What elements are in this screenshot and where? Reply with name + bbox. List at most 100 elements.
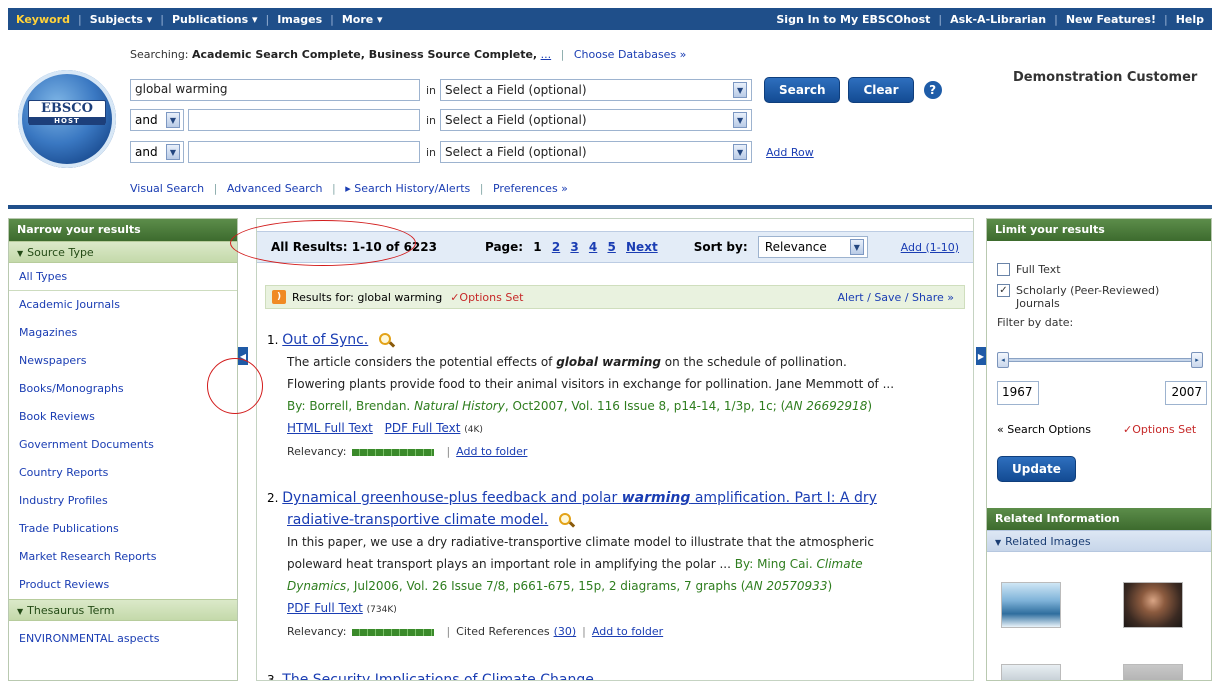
related-image-thumbnail[interactable]	[1001, 664, 1061, 680]
visual-search-link[interactable]: Visual Search	[130, 182, 204, 195]
advanced-search-link[interactable]: Advanced Search	[227, 182, 323, 195]
slider-thumb-start[interactable]: ◂	[997, 352, 1009, 368]
chevron-down-icon[interactable]: ▼	[166, 144, 180, 160]
related-image-thumbnail[interactable]	[1001, 582, 1061, 628]
facet-industry-profiles[interactable]: Industry Profiles	[9, 487, 237, 515]
page-3-link[interactable]: 3	[570, 240, 578, 254]
choose-databases-link[interactable]: Choose Databases »	[574, 48, 687, 61]
scholarly-checkbox[interactable]: ✓	[997, 284, 1010, 297]
rss-icon[interactable]: )	[272, 290, 286, 304]
result-number: 1.	[267, 333, 279, 347]
facet-product-reviews[interactable]: Product Reviews	[9, 571, 237, 599]
sort-select[interactable]: Relevance ▼	[757, 236, 868, 258]
nav-keyword[interactable]: Keyword	[8, 13, 78, 26]
clear-button[interactable]: Clear	[848, 77, 914, 103]
scholarly-option[interactable]: ✓ Scholarly (Peer-Reviewed) Journals	[987, 284, 1211, 310]
related-image-thumbnail[interactable]	[1123, 582, 1183, 628]
slider-thumb-end[interactable]: ▸	[1191, 352, 1203, 368]
pdf-full-text-link[interactable]: PDF Full Text	[287, 601, 363, 615]
add-all-link[interactable]: Add (1-10)	[901, 241, 959, 254]
date-range-slider[interactable]: ◂ ▸	[997, 351, 1205, 369]
facet-academic-journals[interactable]: Academic Journals	[9, 291, 237, 319]
nav-ask-librarian[interactable]: Ask-A-Librarian	[942, 13, 1054, 26]
search-input-3[interactable]	[188, 141, 420, 163]
related-information-section: Related Information ▼ Related Images	[987, 508, 1211, 552]
facet-market-research-reports[interactable]: Market Research Reports	[9, 543, 237, 571]
options-set-badge: ✓Options Set	[1123, 423, 1197, 436]
triangle-down-icon: ▼	[17, 607, 24, 616]
nav-sign-in[interactable]: Sign In to My EBSCOhost	[768, 13, 938, 26]
page-2-link[interactable]: 2	[552, 240, 560, 254]
boolean-select-3[interactable]: and ▼	[130, 141, 184, 163]
search-history-link[interactable]: ▸ Search History/Alerts	[345, 182, 470, 195]
field-select-1[interactable]: Select a Field (optional) ▼	[440, 79, 753, 101]
chevron-down-icon[interactable]: ▼	[166, 112, 180, 128]
search-input-2[interactable]	[188, 109, 420, 131]
facet-magazines[interactable]: Magazines	[9, 319, 237, 347]
nav-help[interactable]: Help	[1168, 13, 1212, 26]
full-text-checkbox[interactable]	[997, 263, 1010, 276]
alert-save-share-link[interactable]: Alert / Save / Share »	[837, 291, 954, 304]
date-to-input[interactable]: 2007	[1165, 381, 1207, 405]
citation-author: By: Borrell, Brendan.	[287, 399, 415, 413]
preview-magnifier-icon[interactable]	[556, 512, 576, 530]
facet-all-types[interactable]: All Types	[9, 263, 237, 291]
related-image-thumbnail[interactable]	[1123, 664, 1183, 680]
add-to-folder-link[interactable]: Add to folder	[456, 441, 527, 463]
facet-book-reviews[interactable]: Book Reviews	[9, 403, 237, 431]
nav-more[interactable]: More ▾	[334, 13, 391, 26]
update-button[interactable]: Update	[997, 456, 1076, 482]
chevron-down-icon[interactable]: ▼	[849, 239, 864, 255]
facet-newspapers[interactable]: Newspapers	[9, 347, 237, 375]
nav-subjects[interactable]: Subjects ▾	[82, 13, 161, 26]
title-part: amplification. Part I: A dry	[690, 490, 877, 506]
chevron-down-icon[interactable]: ▼	[733, 82, 748, 98]
facet-environmental-aspects[interactable]: ENVIRONMENTAL aspects	[9, 625, 237, 653]
add-to-folder-link[interactable]: Add to folder	[592, 621, 663, 643]
field-select-2[interactable]: Select a Field (optional) ▼	[440, 109, 753, 131]
chevron-down-icon[interactable]: ▼	[733, 144, 748, 160]
facet-books-monographs[interactable]: Books/Monographs	[9, 375, 237, 403]
related-images-header[interactable]: ▼ Related Images	[987, 530, 1211, 552]
collapse-left-panel-icon[interactable]: ◀	[238, 347, 248, 365]
narrow-results-panel: Narrow your results ▼ Source Type All Typ…	[8, 218, 238, 681]
help-icon[interactable]: ?	[923, 81, 942, 99]
collapse-right-panel-icon[interactable]: ▶	[976, 347, 986, 365]
next-page-link[interactable]: Next	[626, 240, 658, 254]
result-title-link[interactable]: The Security Implications of Climate Cha…	[282, 672, 598, 680]
html-full-text-link[interactable]: HTML Full Text	[287, 421, 373, 435]
facet-country-reports[interactable]: Country Reports	[9, 459, 237, 487]
search-button[interactable]: Search	[764, 77, 841, 103]
nav-new-features[interactable]: New Features!	[1058, 13, 1164, 26]
field-select-3[interactable]: Select a Field (optional) ▼	[440, 141, 753, 163]
nav-images[interactable]: Images	[269, 13, 330, 26]
header-divider	[8, 205, 1212, 209]
search-input-1[interactable]: global warming	[130, 79, 420, 101]
limit-results-panel: Limit your results Full Text ✓ Scholarly…	[986, 218, 1212, 681]
add-row-link[interactable]: Add Row	[766, 146, 814, 159]
chevron-down-icon[interactable]: ▼	[733, 112, 748, 128]
thesaurus-term-header[interactable]: ▼ Thesaurus Term	[9, 599, 237, 621]
filter-by-date-label: Filter by date:	[997, 316, 1074, 329]
result-title-link[interactable]: Out of Sync.	[282, 332, 368, 348]
preferences-link[interactable]: Preferences »	[493, 182, 568, 195]
nav-publications[interactable]: Publications ▾	[164, 13, 266, 26]
more-databases-link[interactable]: ...	[541, 48, 552, 61]
facet-government-documents[interactable]: Government Documents	[9, 431, 237, 459]
result-title-link-line2[interactable]: radiative-transportive climate model.	[287, 512, 548, 528]
facet-trade-publications[interactable]: Trade Publications	[9, 515, 237, 543]
pdf-full-text-link[interactable]: PDF Full Text	[385, 421, 461, 435]
pdf-size: (734K)	[366, 605, 397, 615]
page-5-link[interactable]: 5	[607, 240, 615, 254]
search-subnav: Visual Search | Advanced Search | ▸ Sear…	[130, 182, 568, 195]
search-options-link[interactable]: « Search Options	[997, 423, 1091, 436]
ebsco-host-logo[interactable]: EBSCO HOST	[18, 70, 116, 168]
boolean-select-2[interactable]: and ▼	[130, 109, 184, 131]
source-type-header[interactable]: ▼ Source Type	[9, 241, 237, 263]
page-4-link[interactable]: 4	[589, 240, 597, 254]
preview-magnifier-icon[interactable]	[376, 332, 396, 350]
cited-references-link[interactable]: (30)	[554, 621, 577, 643]
date-from-input[interactable]: 1967	[997, 381, 1039, 405]
result-title-link[interactable]: Dynamical greenhouse-plus feedback and p…	[282, 490, 877, 506]
full-text-option[interactable]: Full Text	[987, 263, 1211, 276]
